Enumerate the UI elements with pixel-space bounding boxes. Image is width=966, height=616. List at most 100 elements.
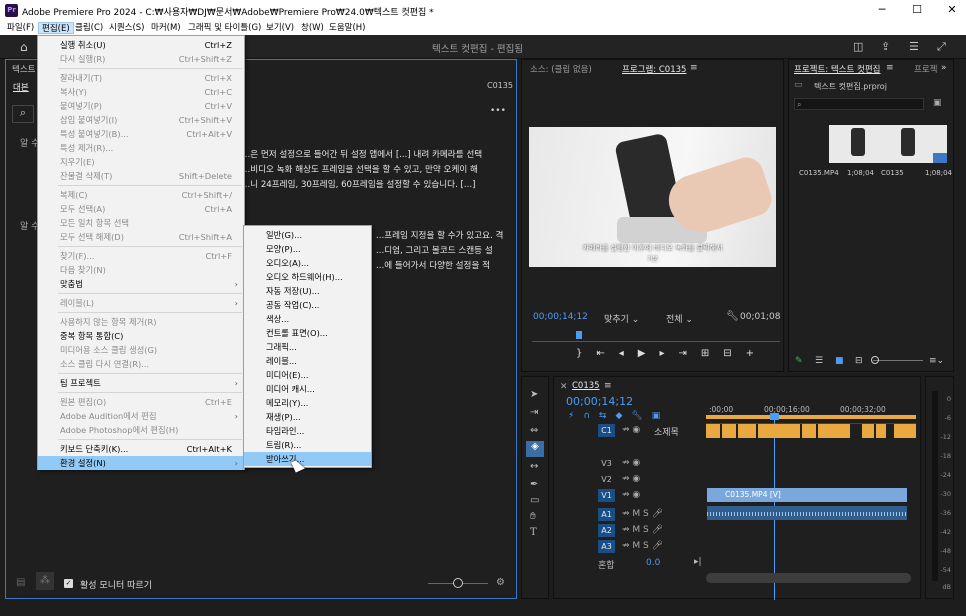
track-label[interactable]: V3 [598, 457, 615, 470]
preferences-menu-item[interactable]: 트림(R)... [244, 438, 371, 452]
edit-menu-item[interactable]: 소스 클립 다시 연결(R)... [38, 357, 244, 371]
track-label[interactable]: V2 [598, 473, 615, 486]
tab-sequence[interactable]: C0135 [572, 381, 600, 391]
preferences-menu-item[interactable]: 메모리(Y)... [244, 396, 371, 410]
edit-menu-item[interactable]: 다시 실행(R) Ctrl+Shift+Z [38, 52, 244, 66]
track-icons[interactable]: ⇏ M S 🎤︎ [622, 541, 663, 551]
close-tab-icon[interactable]: ✕ [560, 382, 568, 392]
transcript-line[interactable]: ...에 들어가서 다양한 설정을 적 [376, 259, 510, 274]
preferences-menu-item[interactable]: 받아쓰기... [244, 452, 371, 466]
track-icons[interactable]: ⇏ M S 🎤︎ [622, 509, 663, 519]
preferences-menu-item[interactable]: 일반(G)... [244, 228, 371, 242]
settings-sliders-icon[interactable]: ⚙ [496, 577, 505, 588]
tab-transcript[interactable]: 대본 [13, 81, 29, 93]
menu-help[interactable]: 도움말(H) [326, 22, 368, 34]
preferences-menu-item[interactable]: 컨트롤 표면(O)... [244, 326, 371, 340]
edit-menu-item[interactable]: Adobe Audition에서 편집 › [38, 409, 244, 423]
preferences-menu-item[interactable]: 미디어 캐시... [244, 382, 371, 396]
fullscreen-icon[interactable]: ⤢ [937, 40, 946, 54]
panel-menu-icon[interactable]: ≡ [886, 63, 894, 73]
hand-tool-icon[interactable]: ✋︎ [530, 511, 536, 522]
mix-value[interactable]: 0.0 [646, 558, 660, 568]
tab-text[interactable]: 텍스트 [12, 63, 35, 75]
transcript-line[interactable]: ...프레임 지정을 할 수가 있고요. 격 [376, 229, 510, 244]
minimize-button[interactable]: ─ [872, 3, 892, 17]
edit-menu-item[interactable]: 환경 설정(N) › [38, 456, 244, 470]
caption-target[interactable]: C1 [598, 424, 615, 437]
timeline-tool-icons[interactable]: ⚡∩⇆◆🔧︎▣ [568, 411, 708, 421]
track-icons[interactable]: ⇏ ◉ [622, 458, 640, 468]
timeline-timecode[interactable]: 00;00;14;12 [566, 395, 633, 408]
preferences-menu-item[interactable]: 미디어(E)... [244, 368, 371, 382]
track-icons[interactable]: ⇏ ◉ [622, 490, 640, 500]
edit-menu-item[interactable]: 모든 일치 항목 선택 [38, 216, 244, 230]
fit-dropdown[interactable]: 맞추기 ⌄ [604, 312, 656, 325]
tab-project-2[interactable]: 프로젝 [914, 63, 937, 75]
zoom-slider-handle[interactable] [453, 578, 463, 588]
transcript-line[interactable]: ...디엄, 그리고 볼코드 스캔등 설 [376, 244, 510, 259]
menu-file[interactable]: 파일(F) [4, 22, 37, 34]
edit-menu-item[interactable]: 사용하지 않는 항목 제거(R) [38, 315, 244, 329]
edit-menu-item[interactable]: 미디어용 소스 클립 생성(G) [38, 343, 244, 357]
preferences-menu-item[interactable]: 타임라인... [244, 424, 371, 438]
slider-handle[interactable] [871, 356, 879, 364]
ripple-edit-icon[interactable]: ⇔ [530, 425, 538, 436]
edit-menu-item[interactable]: 잔물결 삭제(T) Shift+Delete [38, 169, 244, 183]
menu-window[interactable]: 창(W) [298, 22, 327, 34]
icon-view-icon[interactable]: ■ [835, 356, 844, 366]
track-select-icon[interactable]: ⇥ [530, 407, 538, 418]
workspaces-icon[interactable]: ☰ [909, 40, 919, 53]
monitor-playhead[interactable] [576, 331, 582, 339]
maximize-button[interactable]: ☐ [907, 3, 927, 17]
preferences-menu-item[interactable]: 자동 저장(U)... [244, 284, 371, 298]
edit-menu-item[interactable]: 다음 찾기(N) [38, 263, 244, 277]
preferences-menu-item[interactable]: 공동 작업(C)... [244, 298, 371, 312]
edit-menu-item[interactable]: 레이블(L) › [38, 296, 244, 310]
video-clip[interactable]: C0135.MP4 [V] [707, 488, 907, 502]
monitor-ruler[interactable] [532, 334, 780, 342]
track-label[interactable]: A2 [598, 524, 615, 537]
menu-edit[interactable]: 편집(E) [38, 22, 74, 34]
playhead-timecode[interactable]: 00;00;14;12 [533, 312, 588, 322]
captions-icon[interactable]: ▤ [16, 577, 25, 588]
edit-menu-item[interactable]: 지우기(E) [38, 155, 244, 169]
transcript-line[interactable]: ...니 24프레임, 30프레임, 60프레임을 설정할 수 있습니다. [.… [242, 178, 508, 193]
timeline-scrollbar[interactable] [706, 573, 911, 583]
rectangle-tool-icon[interactable]: ▭ [530, 495, 539, 506]
track-label[interactable]: A1 [598, 508, 615, 521]
menu-clip[interactable]: 클립(C) [72, 22, 106, 34]
track-icons[interactable]: ⇏ ◉ [622, 474, 640, 484]
preferences-menu-item[interactable]: 오디오 하드웨어(H)... [244, 270, 371, 284]
slip-tool-icon[interactable]: ↔ [530, 461, 538, 472]
panel-menu-icon[interactable]: ≡ [690, 63, 698, 73]
panel-menu-icon[interactable]: ≡ [604, 381, 612, 391]
edit-menu-item[interactable]: 복제(C) Ctrl+Shift+/ [38, 188, 244, 202]
preferences-menu-item[interactable]: 재생(P)... [244, 410, 371, 424]
track-icons[interactable]: ⇏ M S 🎤︎ [622, 525, 663, 535]
home-icon[interactable]: ⌂ [20, 40, 34, 54]
edit-menu-item[interactable]: 모두 선택(A) Ctrl+A [38, 202, 244, 216]
project-search-input[interactable]: ⌕ [794, 98, 924, 110]
edit-menu-item[interactable]: 원본 편집(O) Ctrl+E [38, 395, 244, 409]
transcript-icon[interactable]: ⁂ [36, 572, 54, 590]
preferences-menu-item[interactable]: 그래픽... [244, 340, 371, 354]
edit-menu-item[interactable]: 복사(Y) Ctrl+C [38, 85, 244, 99]
work-area-bar[interactable] [706, 415, 916, 419]
tab-program[interactable]: 프로그램: C0135 [622, 63, 686, 75]
edit-menu-item[interactable]: 특성 붙여넣기(B)... Ctrl+Alt+V [38, 127, 244, 141]
edit-menu-item[interactable]: 붙여넣기(P) Ctrl+V [38, 99, 244, 113]
transport-controls[interactable]: }⇤◂▶▸⇥⊞⊟+ [576, 348, 776, 359]
new-bin-icon[interactable]: ▣ [933, 98, 942, 108]
preferences-menu-item[interactable]: 레이블... [244, 354, 371, 368]
quality-dropdown[interactable]: 전체 ⌄ [666, 312, 718, 325]
close-button[interactable]: ✕ [942, 3, 962, 17]
playhead-handle[interactable] [770, 413, 779, 420]
edit-menu-item[interactable]: 모두 선택 해제(D) Ctrl+Shift+A [38, 230, 244, 244]
razor-tool-icon[interactable]: ◈ [526, 441, 544, 457]
selection-tool-icon[interactable]: ➤ [530, 389, 538, 400]
menu-sequence[interactable]: 시퀀스(S) [106, 22, 148, 34]
more-panels-icon[interactable]: » [941, 63, 947, 73]
pencil-icon[interactable]: ✎ [795, 356, 803, 366]
audio-clip[interactable] [707, 506, 907, 520]
track-label[interactable]: A3 [598, 540, 615, 553]
